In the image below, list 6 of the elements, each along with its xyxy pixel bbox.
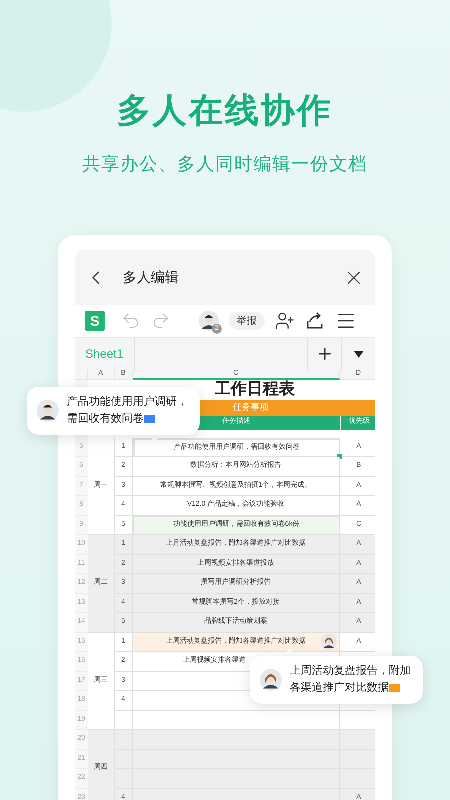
report-button[interactable]: 举报 xyxy=(229,312,265,330)
sheet-title: 工作日程表 xyxy=(214,380,296,400)
subheadline: 共享办公、多人同时编辑一份文档 xyxy=(82,153,368,176)
app-logo: S xyxy=(85,311,105,331)
headline: 多人在线协作 xyxy=(117,91,333,132)
window-title: 多人编辑 xyxy=(123,268,179,287)
